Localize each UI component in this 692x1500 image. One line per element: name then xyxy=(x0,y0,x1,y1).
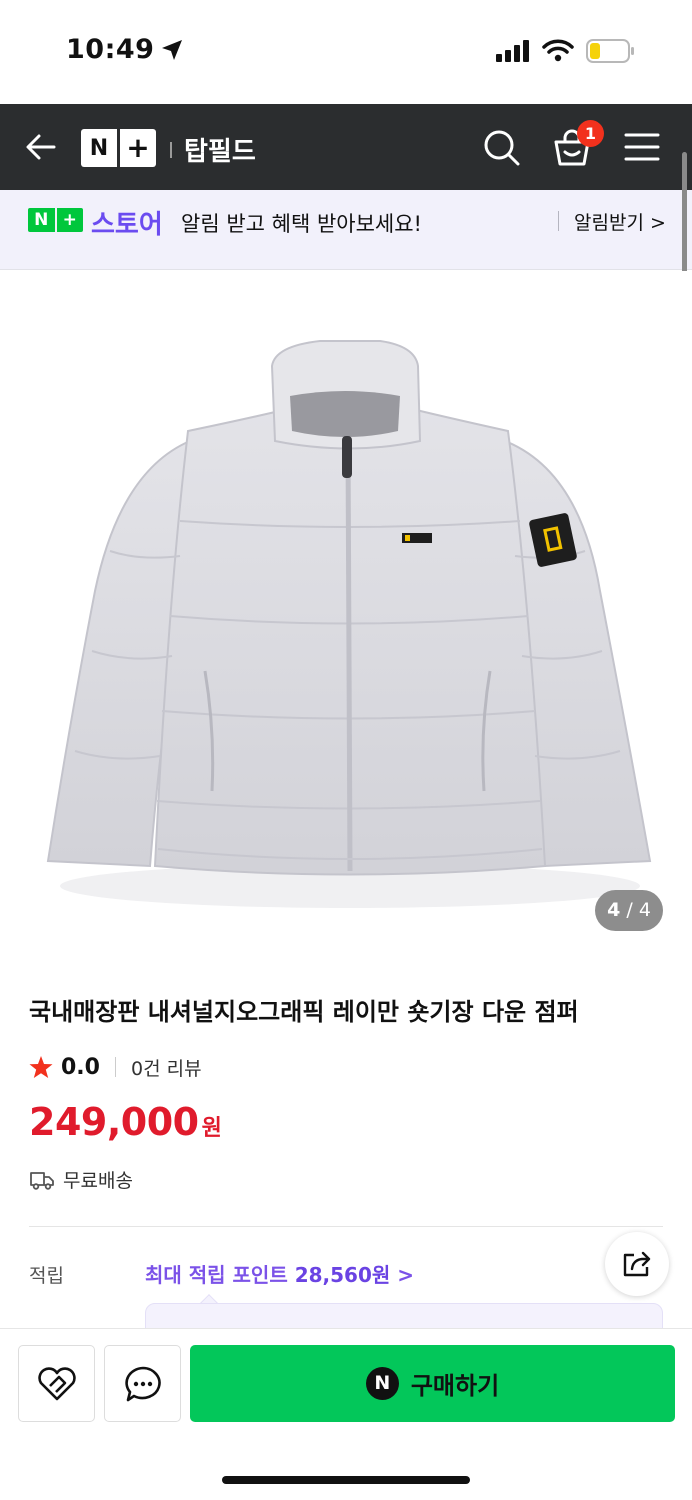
share-icon xyxy=(623,1251,651,1277)
banner-divider xyxy=(558,211,559,231)
buy-now-button[interactable]: N 구매하기 xyxy=(190,1345,675,1422)
notification-subscribe-link[interactable]: 알림받기 > xyxy=(574,208,666,235)
rating-score: 0.0 xyxy=(61,1054,100,1080)
status-bar: 10:49 xyxy=(0,0,692,104)
star-icon xyxy=(29,1056,53,1078)
product-price: 249,000 원 xyxy=(29,1100,222,1144)
price-currency: 원 xyxy=(201,1116,222,1141)
price-amount: 249,000 xyxy=(29,1100,199,1144)
notification-banner: N + 스토어 알림 받고 혜택 받아보세요! 알림받기 > xyxy=(0,190,692,270)
chat-bubble-icon xyxy=(124,1366,161,1401)
hamburger-menu-icon[interactable] xyxy=(624,132,660,162)
location-arrow-icon xyxy=(162,40,182,60)
store-name[interactable]: 탑필드 xyxy=(184,131,256,168)
share-button[interactable] xyxy=(605,1232,669,1296)
cellular-signal-icon xyxy=(496,40,529,62)
points-label: 적립 xyxy=(29,1265,64,1287)
max-points-link[interactable]: 최대 적립 포인트 28,560원 > xyxy=(145,1259,414,1288)
wifi-icon xyxy=(542,39,574,62)
back-arrow-icon[interactable] xyxy=(24,130,58,164)
rating-row[interactable]: 0.0 0건 리뷰 xyxy=(29,1052,202,1082)
talk-talk-button[interactable] xyxy=(104,1345,181,1422)
review-count[interactable]: 0건 리뷰 xyxy=(131,1054,202,1081)
status-time: 10:49 xyxy=(66,34,155,65)
product-title: 국내매장판 내셔널지오그래픽 레이만 숏기장 다운 점퍼 xyxy=(29,998,579,1026)
search-icon[interactable] xyxy=(483,129,521,167)
wishlist-button[interactable] xyxy=(18,1345,95,1422)
page-separator: / xyxy=(626,899,633,921)
badge-n: N xyxy=(34,210,49,230)
buy-now-label: 구매하기 xyxy=(410,1372,500,1400)
badge-plus: + xyxy=(62,210,77,230)
logo-plus: + xyxy=(126,131,150,164)
shipping-text: 무료배송 xyxy=(63,1170,133,1192)
banner-message: 알림 받고 혜택 받아보세요! xyxy=(181,212,422,236)
battery-icon xyxy=(586,39,634,63)
product-image-gallery[interactable] xyxy=(0,271,692,961)
points-amount: 28,560원 xyxy=(294,1263,391,1287)
delivery-truck-icon xyxy=(30,1171,54,1190)
chevron-right-icon: > xyxy=(397,1263,415,1287)
app-header: N + 탑필드 1 xyxy=(0,104,692,190)
shipping-info: 무료배송 xyxy=(29,1166,133,1193)
logo-n: N xyxy=(89,135,109,161)
home-indicator[interactable] xyxy=(222,1476,470,1484)
image-page-indicator: 4 / 4 xyxy=(595,890,663,931)
naver-plus-badge: N + xyxy=(28,208,83,232)
header-divider xyxy=(170,142,172,158)
divider xyxy=(29,1226,663,1227)
store-word: 스토어 xyxy=(91,210,163,240)
points-prefix: 최대 적립 포인트 xyxy=(145,1263,295,1287)
total-pages: 4 xyxy=(638,899,651,921)
puffer-jacket-image xyxy=(46,340,652,908)
cart-count-badge: 1 xyxy=(577,120,604,147)
naver-pay-icon: N xyxy=(365,1367,399,1400)
current-page: 4 xyxy=(607,899,621,921)
heart-icon xyxy=(37,1366,76,1400)
naver-plus-logo[interactable]: N + xyxy=(81,129,156,167)
